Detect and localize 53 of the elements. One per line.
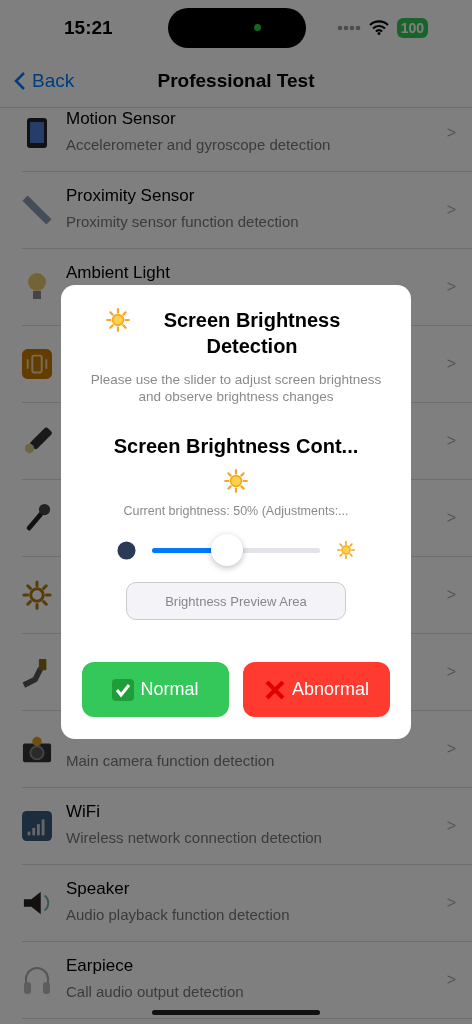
wifi-icon [368, 20, 389, 35]
nav-title: Professional Test [157, 70, 315, 91]
test-subtitle: Main camera function detection [66, 752, 276, 769]
test-row[interactable]: Proximity Sensor Proximity sensor function detection > [22, 172, 472, 249]
vibration-icon [22, 348, 52, 380]
dialog-title: Screen Brightness Detection [162, 308, 342, 359]
chevron: > [446, 740, 456, 758]
test-title: Ambient Light [66, 264, 171, 282]
test-subtitle: Wireless network connection detection [66, 829, 323, 846]
test-title: Earpiece [66, 957, 135, 975]
chevron: > [446, 971, 456, 989]
test-title: Speaker [66, 880, 131, 898]
test-row[interactable]: WiFi Wireless network connection detection > [22, 788, 472, 865]
dialog-description: Please use the slider to adjust screen brightness and observe brightness changes [89, 371, 383, 405]
sun-icon [223, 468, 249, 494]
signal-icon [22, 810, 52, 842]
chevron: > [446, 432, 456, 450]
chevron: > [446, 278, 456, 296]
preview-area: Brightness Preview Area [126, 582, 346, 620]
battery-indicator: 100 [396, 17, 428, 38]
test-title: Motion Sensor [66, 110, 177, 128]
chevron: > [446, 586, 456, 604]
test-title: Proximity Sensor [66, 187, 196, 205]
check-icon [112, 678, 135, 701]
chevron: > [446, 124, 456, 142]
test-subtitle: Audio playback function detection [66, 906, 291, 923]
test-title: WiFi [66, 803, 101, 821]
chevron: > [446, 201, 456, 219]
status-time: 15:21 [64, 16, 114, 39]
slider-thumb[interactable] [211, 534, 244, 566]
headphones-icon [22, 964, 52, 996]
sun-icon [22, 579, 52, 611]
test-subtitle: Accelerometer and gyroscope detection [66, 136, 332, 153]
phone-icon [26, 117, 48, 149]
chevron: > [446, 817, 456, 835]
abnormal-button[interactable]: Abnormal [243, 662, 390, 717]
cross-icon [263, 678, 286, 701]
sun-icon [335, 540, 356, 560]
test-subtitle: Proximity sensor function detection [66, 213, 300, 230]
brightness-reading: Current brightness: 50% (Adjustments:... [123, 504, 349, 518]
test-subtitle: Call audio output detection [66, 983, 245, 1000]
sun-icon [105, 307, 131, 333]
test-row[interactable]: Speaker Audio playback function detection > [22, 865, 472, 942]
moon-icon [116, 540, 136, 560]
chevron: > [446, 509, 456, 527]
signal-icon [336, 24, 361, 31]
chevron-left-icon [14, 71, 26, 91]
chevron: > [446, 894, 456, 912]
back-button[interactable]: Back [14, 70, 75, 92]
section-title: Screen Brightness Cont... [113, 435, 359, 458]
test-row[interactable]: Motion Sensor Accelerometer and gyroscope detection > [22, 108, 472, 172]
chevron: > [446, 663, 456, 681]
chevron: > [446, 355, 456, 373]
